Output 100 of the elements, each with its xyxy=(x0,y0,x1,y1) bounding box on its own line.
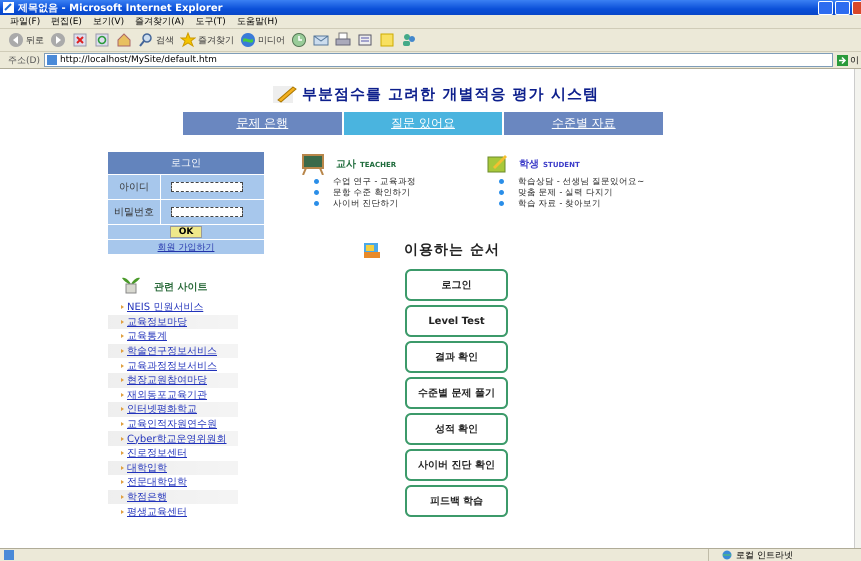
password-field[interactable] xyxy=(171,207,243,217)
toolbar-button[interactable] xyxy=(335,32,351,48)
bullet-icon xyxy=(121,480,124,484)
bullet-icon xyxy=(499,201,504,206)
arrow-icon xyxy=(837,54,848,66)
bullet-icon xyxy=(121,378,124,382)
toolbar-button[interactable] xyxy=(72,32,88,48)
toolbar-button[interactable] xyxy=(94,32,110,48)
nav-tab[interactable]: 수준별 자료 xyxy=(504,112,664,135)
search-icon xyxy=(138,32,154,48)
bullet-icon xyxy=(121,510,124,514)
bullet-icon xyxy=(121,305,124,310)
globe-icon xyxy=(721,550,733,560)
bullet-icon xyxy=(499,190,504,195)
bullet-icon xyxy=(121,495,124,500)
menu-link[interactable]: 학습상담 - 선생님 질문있어요~ xyxy=(518,176,644,188)
bullet-icon xyxy=(121,364,124,368)
note-icon xyxy=(379,32,395,48)
toolbar-button[interactable]: 즐겨찾기 xyxy=(180,32,234,48)
window-title: 제목없음 - Microsoft Internet Explorer xyxy=(18,2,223,14)
site-link[interactable]: 진로정보센터 xyxy=(127,446,187,460)
go-button[interactable]: 이 xyxy=(837,54,861,66)
section-title: 관련 사이트 xyxy=(154,281,208,294)
site-link[interactable]: 평생교육센터 xyxy=(127,504,187,519)
toolbar-button[interactable]: 미디어 xyxy=(240,32,285,48)
site-link[interactable]: 교육통계 xyxy=(127,329,167,344)
page-icon xyxy=(46,55,57,65)
scrollbar[interactable] xyxy=(854,69,861,548)
back-icon xyxy=(8,32,24,48)
site-link[interactable]: 재외동포교육기관 xyxy=(127,388,207,402)
forward-icon xyxy=(50,32,66,48)
bullet-icon xyxy=(121,334,124,338)
site-link[interactable]: NEIS 민원서비스 xyxy=(127,300,204,314)
zone-label: 로컬 인트라넷 xyxy=(736,550,793,561)
document-icon xyxy=(357,32,373,48)
address-field[interactable]: http://localhost/MySite/default.htm xyxy=(44,53,833,67)
menu-link[interactable]: 문항 수준 확인하기 xyxy=(333,186,410,198)
bullet-icon xyxy=(121,422,124,426)
menu-item[interactable]: 즐겨찾기(A) xyxy=(135,15,184,28)
bullet-icon xyxy=(314,201,319,206)
bullet-icon xyxy=(121,320,124,324)
field-label: 아이디 xyxy=(108,175,160,199)
bullet-icon xyxy=(314,190,319,195)
bullet-icon xyxy=(121,407,124,412)
menu-item[interactable]: 파일(F) xyxy=(10,15,40,28)
address-label: 주소(D) xyxy=(8,54,40,66)
field-label: 비밀번호 xyxy=(108,200,160,224)
stop-icon xyxy=(72,32,88,48)
toolbar-button[interactable]: 뒤로 xyxy=(8,32,44,48)
menu-link[interactable]: 사이버 진단하기 xyxy=(333,198,399,210)
bullet-icon xyxy=(121,392,124,397)
page-icon xyxy=(4,550,14,560)
bullet-icon xyxy=(121,349,124,354)
toolbar-button[interactable]: 검색 xyxy=(138,32,174,48)
printer-icon xyxy=(335,32,351,48)
menu-link[interactable]: 맞춤 문제 - 실력 다지기 xyxy=(518,186,613,198)
ok-button[interactable]: OK xyxy=(170,226,202,238)
step-button[interactable]: Level Test xyxy=(405,305,508,337)
site-link[interactable]: 교육과정정보서비스 xyxy=(127,358,217,373)
step-button[interactable]: 사이버 진단 확인 xyxy=(405,449,508,481)
toolbar-button[interactable] xyxy=(291,32,307,48)
pencil-icon xyxy=(272,84,298,104)
menu-link[interactable]: 학습 자료 - 찾아보기 xyxy=(518,198,602,210)
menu-item[interactable]: 보기(V) xyxy=(92,15,124,28)
menu-item[interactable]: 도구(T) xyxy=(195,15,226,28)
menu-item[interactable]: 편집(E) xyxy=(51,15,82,28)
step-button[interactable]: 피드백 학습 xyxy=(405,485,508,517)
menu-item[interactable]: 도움말(H) xyxy=(236,15,278,28)
book-icon xyxy=(362,241,382,259)
chalkboard-icon xyxy=(300,153,326,175)
toolbar-button[interactable] xyxy=(401,32,417,48)
page-title: 부분점수를 고려한 개별적응 평가 시스템 xyxy=(302,84,599,104)
id-field[interactable] xyxy=(171,182,243,192)
bullet-icon xyxy=(121,451,124,456)
step-button[interactable]: 수준별 문제 풀기 xyxy=(405,377,508,409)
menu-link[interactable]: 수업 연구 - 교육과정 xyxy=(333,176,416,188)
bullet-icon xyxy=(121,466,124,470)
star-icon xyxy=(180,32,196,48)
bullet-icon xyxy=(314,179,319,184)
step-button[interactable]: 로그인 xyxy=(405,269,508,301)
section-title: 이용하는 순서 xyxy=(404,241,500,259)
nav-tab[interactable]: 문제 은행 xyxy=(183,112,342,135)
login-header: 로그인 xyxy=(108,152,264,174)
toolbar-button[interactable] xyxy=(357,32,373,48)
refresh-icon xyxy=(94,32,110,48)
minimize-button[interactable] xyxy=(818,0,833,14)
bullet-icon xyxy=(499,179,504,184)
site-link[interactable]: 전문대학입학 xyxy=(127,475,187,490)
toolbar-button[interactable] xyxy=(116,32,132,48)
bullet-icon xyxy=(121,436,124,441)
site-link[interactable]: 교육인적자원연수원 xyxy=(127,417,217,432)
browser-icon xyxy=(3,2,14,13)
home-icon xyxy=(116,32,132,48)
history-icon xyxy=(291,32,307,48)
step-button[interactable]: 결과 확인 xyxy=(405,341,508,373)
maximize-button[interactable] xyxy=(835,0,850,14)
notebook-icon xyxy=(485,153,509,175)
step-button[interactable]: 성적 확인 xyxy=(405,413,508,445)
people-icon xyxy=(401,32,417,48)
globe-icon xyxy=(240,32,256,48)
